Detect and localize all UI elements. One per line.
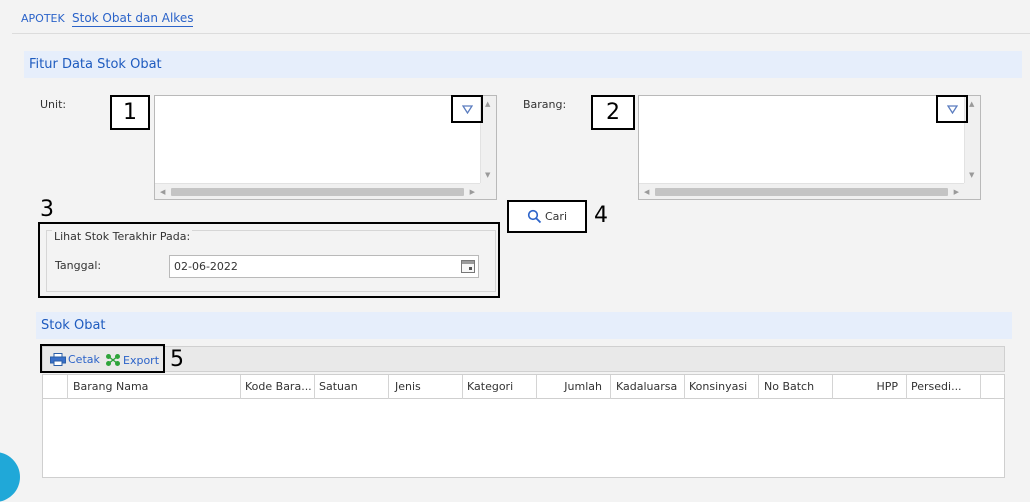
unit-select-list[interactable]: ▲ ▼ ◀ ▶ — [154, 95, 497, 200]
barang-scroll-thumb[interactable] — [655, 188, 948, 196]
annotation-3: 3 — [40, 197, 54, 222]
column-header-persediaan[interactable]: Persedi... — [907, 375, 981, 399]
search-button[interactable]: Cari — [507, 200, 587, 233]
barang-horizontal-scrollbar[interactable]: ◀ ▶ — [639, 183, 964, 199]
annotation-5: 5 — [170, 347, 184, 372]
breadcrumb-root[interactable]: APOTEK — [21, 12, 65, 25]
unit-label: Unit: — [40, 98, 67, 111]
unit-dropdown-toggle[interactable] — [451, 95, 483, 123]
column-header-satuan[interactable]: Satuan — [315, 375, 389, 399]
stock-section-header: Stok Obat — [36, 312, 1012, 339]
tanggal-input[interactable]: 02-06-2022 — [169, 255, 479, 278]
column-header-kadaluarsa[interactable]: Kadaluarsa — [611, 375, 685, 399]
search-button-label: Cari — [545, 210, 567, 223]
stock-grid[interactable]: Barang Nama Kode Bara... Satuan Jenis Ka… — [42, 374, 1005, 478]
tanggal-label: Tanggal: — [55, 259, 102, 272]
column-header-jumlah[interactable]: Jumlah — [537, 375, 611, 399]
column-header-no-batch[interactable]: No Batch — [759, 375, 833, 399]
scroll-left-arrow-icon[interactable]: ◀ — [160, 188, 165, 196]
column-header-rownum — [43, 375, 68, 399]
tanggal-value: 02-06-2022 — [174, 260, 238, 273]
scroll-corner — [964, 183, 980, 199]
barang-select-list[interactable]: ▲ ▼ ◀ ▶ — [638, 95, 981, 200]
annotation-5-box — [40, 344, 165, 373]
triangle-down-icon — [946, 104, 958, 114]
column-header-konsinyasi[interactable]: Konsinyasi — [685, 375, 759, 399]
breadcrumb-current[interactable]: Stok Obat dan Alkes — [72, 11, 194, 27]
annotation-4: 4 — [594, 203, 608, 228]
triangle-down-icon — [461, 104, 473, 114]
scroll-corner — [480, 183, 496, 199]
scroll-up-arrow-icon[interactable]: ▲ — [485, 100, 490, 108]
scroll-right-arrow-icon[interactable]: ▶ — [470, 188, 475, 196]
column-header-kategori[interactable]: Kategori — [463, 375, 537, 399]
annotation-2: 2 — [591, 95, 635, 130]
filter-panel-header: Fitur Data Stok Obat — [24, 51, 1022, 78]
scroll-left-arrow-icon[interactable]: ◀ — [644, 188, 649, 196]
grid-header: Barang Nama Kode Bara... Satuan Jenis Ka… — [43, 375, 1004, 399]
stock-date-legend: Lihat Stok Terakhir Pada: — [52, 230, 193, 243]
filter-panel-title: Fitur Data Stok Obat — [29, 57, 162, 72]
column-header-jenis[interactable]: Jenis — [389, 375, 463, 399]
calendar-icon[interactable] — [460, 258, 476, 275]
scroll-right-arrow-icon[interactable]: ▶ — [954, 188, 959, 196]
floating-action-button[interactable] — [0, 452, 20, 502]
column-header-kode-barang[interactable]: Kode Bara... — [241, 375, 315, 399]
stock-section-title: Stok Obat — [41, 318, 106, 333]
unit-horizontal-scrollbar[interactable]: ◀ ▶ — [155, 183, 480, 199]
column-header-barang-nama[interactable]: Barang Nama — [68, 375, 241, 399]
column-header-hpp[interactable]: HPP — [833, 375, 907, 399]
search-icon — [527, 209, 542, 224]
barang-dropdown-toggle[interactable] — [936, 95, 968, 123]
barang-label: Barang: — [523, 98, 567, 111]
unit-scroll-thumb[interactable] — [171, 188, 464, 196]
scroll-up-arrow-icon[interactable]: ▲ — [969, 100, 974, 108]
scroll-down-arrow-icon[interactable]: ▼ — [969, 171, 974, 179]
annotation-1: 1 — [110, 95, 150, 130]
breadcrumb: APOTEK Stok Obat dan Alkes — [12, 0, 1030, 34]
scroll-down-arrow-icon[interactable]: ▼ — [485, 171, 490, 179]
stock-toolbar: Cetak Export — [42, 346, 1005, 372]
